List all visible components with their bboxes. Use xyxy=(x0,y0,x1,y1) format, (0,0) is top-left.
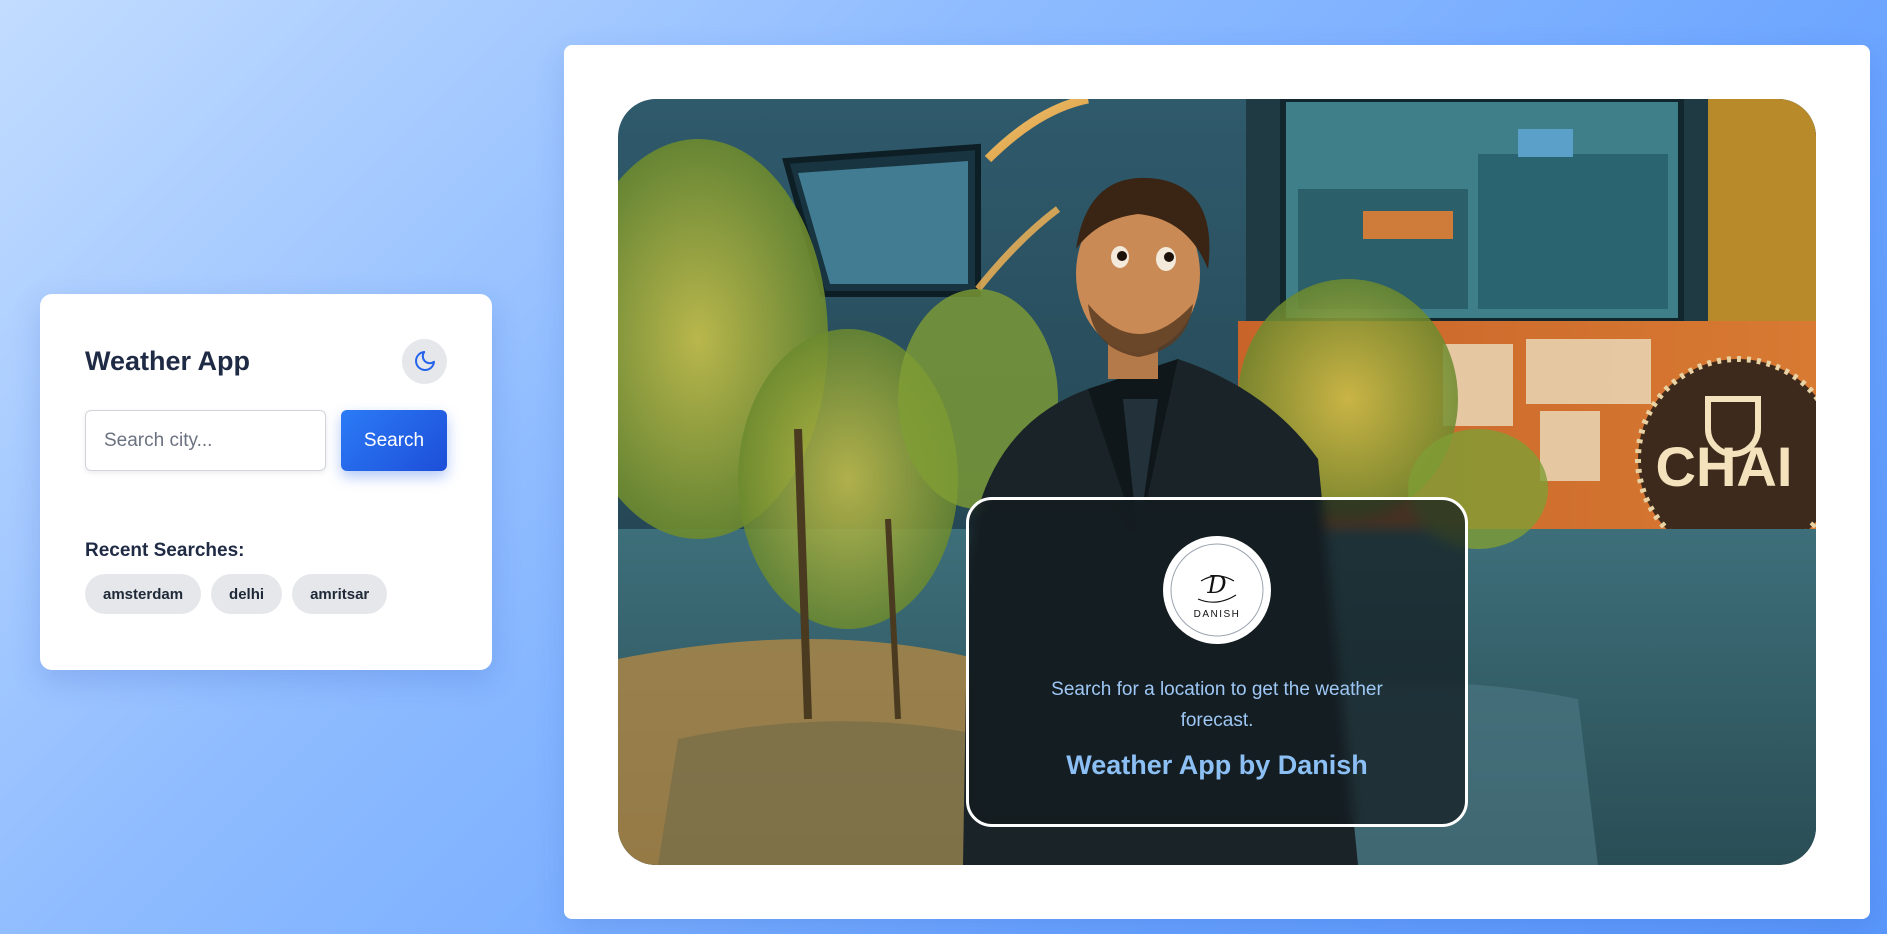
welcome-overlay: D DANISH Search for a location to get th… xyxy=(966,497,1468,827)
svg-text:D: D xyxy=(1206,571,1226,599)
danish-logo: D DANISH xyxy=(1163,536,1271,644)
search-button[interactable]: Search xyxy=(341,410,447,471)
recent-search-chip[interactable]: delhi xyxy=(211,574,283,614)
sidebar-panel: Weather App Search Recent Searches: amst… xyxy=(40,294,492,670)
app-credit: Weather App by Danish xyxy=(1066,750,1368,780)
empty-state-message: Search for a location to get the weather… xyxy=(1051,679,1383,731)
logo-mark-icon: D DANISH xyxy=(1170,543,1264,637)
logo-text: DANISH xyxy=(1194,609,1241,620)
search-row: Search xyxy=(85,410,447,471)
main-card: CHAI D DANISH Search for a location to g… xyxy=(564,45,1870,919)
chai-sign-text: CHAI xyxy=(1656,435,1793,498)
theme-toggle-button[interactable] xyxy=(402,338,447,384)
moon-icon xyxy=(414,351,435,371)
search-input[interactable] xyxy=(85,410,326,471)
app-title: Weather App xyxy=(85,345,251,376)
hero-image: CHAI D DANISH Search for a location to g… xyxy=(618,99,1816,865)
sidebar-header: Weather App xyxy=(85,338,447,384)
recent-searches-title: Recent Searches: xyxy=(85,540,245,561)
recent-search-chip[interactable]: amsterdam xyxy=(85,574,202,614)
recent-searches-list: amsterdam delhi amritsar xyxy=(85,574,447,614)
recent-search-chip[interactable]: amritsar xyxy=(292,574,388,614)
